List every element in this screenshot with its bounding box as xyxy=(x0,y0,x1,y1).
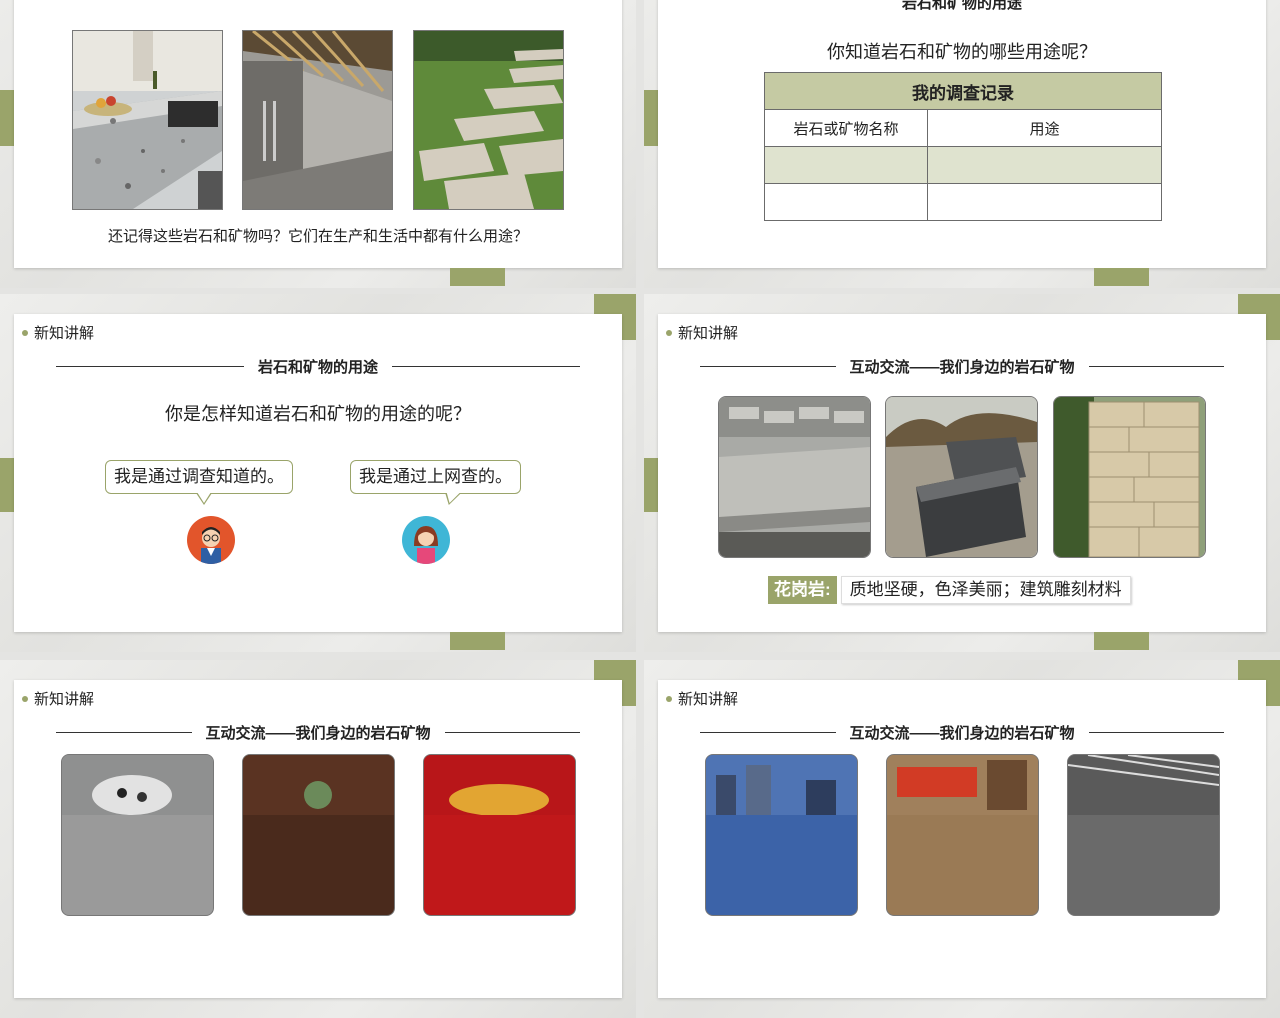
slide-title: 互动交流——我们身边的岩石矿物 xyxy=(849,725,1075,742)
bullet-icon xyxy=(666,695,672,702)
gold-jewelry-photo xyxy=(423,754,576,916)
bubble-tail xyxy=(440,493,462,505)
kitchen-countertop-photo xyxy=(72,30,223,210)
bubble-tail xyxy=(196,492,212,505)
granite-description: 质地坚硬，色泽美丽；建筑雕刻材料 xyxy=(840,576,1131,604)
slide-card: 新知讲解 岩石和矿物的用途 你是怎样知道岩石和矿物的用途的呢？ 我是通过调查知道… xyxy=(14,314,622,632)
accent-block xyxy=(644,458,658,512)
bullet-icon xyxy=(666,329,672,336)
granite-tag: 花岗岩: xyxy=(768,576,837,604)
shop-sign-photo xyxy=(886,754,1039,916)
accent-bar xyxy=(450,268,505,286)
section-text: 新知讲解 xyxy=(34,325,95,342)
granite-blocks-photo xyxy=(885,396,1038,558)
bubble-text: 我是通过调查知道的。 xyxy=(114,467,284,486)
slide2-question: 你知道岩石和矿物的哪些用途呢？ xyxy=(827,42,1097,62)
accent-bar xyxy=(1094,268,1149,286)
table-header-name: 岩石或矿物名称 xyxy=(764,109,928,147)
table-cell[interactable] xyxy=(927,146,1162,184)
slide3-question: 你是怎样知道岩石和矿物的用途的呢？ xyxy=(165,404,471,424)
section-label: 新知讲解 xyxy=(22,322,94,343)
title-line: 互动交流——我们身边的岩石矿物 xyxy=(56,722,581,743)
slide-title: 互动交流——我们身边的岩石矿物 xyxy=(205,725,431,742)
station-interior-photo xyxy=(1067,754,1220,916)
section-label: 新知讲解 xyxy=(666,688,738,709)
slide-card: 还记得这些岩石和矿物吗？它们在生产和生活中都有什么用途？ xyxy=(14,0,622,268)
slide-card: 新知讲解 互动交流——我们身边的岩石矿物 xyxy=(14,680,622,998)
jade-photo xyxy=(242,754,395,916)
slide-thumbnail-1[interactable]: 还记得这些岩石和矿物吗？它们在生产和生活中都有什么用途？ xyxy=(0,0,636,288)
section-text: 新知讲解 xyxy=(678,325,739,342)
speech-bubble-left: 我是通过调查知道的。 xyxy=(105,460,293,505)
girl-avatar-icon xyxy=(402,516,450,564)
granite-slabs-photo xyxy=(718,396,871,558)
section-text: 新知讲解 xyxy=(678,691,739,708)
gemstone-ring-photo xyxy=(61,754,214,916)
accent-block xyxy=(644,90,658,146)
stepping-stones-photo xyxy=(413,30,564,210)
survey-record-table: 我的调查记录 岩石或矿物名称 用途 xyxy=(764,72,1162,221)
slide-thumbnail-2[interactable]: 岩石和矿物的用途 你知道岩石和矿物的哪些用途呢？ 我的调查记录 岩石或矿物名称 … xyxy=(644,0,1280,288)
boy-avatar-icon xyxy=(187,516,235,564)
table-title: 我的调查记录 xyxy=(764,72,1162,110)
slide-card: 岩石和矿物的用途 你知道岩石和矿物的哪些用途呢？ 我的调查记录 岩石或矿物名称 … xyxy=(658,0,1266,268)
granite-label-row: 花岗岩: 质地坚硬，色泽美丽；建筑雕刻材料 xyxy=(768,576,1131,604)
slide-thumbnail-3[interactable]: 新知讲解 岩石和矿物的用途 你是怎样知道岩石和矿物的用途的呢？ 我是通过调查知道… xyxy=(0,294,636,652)
table-cell[interactable] xyxy=(927,183,1162,221)
granite-wall-photo xyxy=(1053,396,1206,558)
table-header-usage: 用途 xyxy=(927,109,1162,147)
table-cell[interactable] xyxy=(764,146,928,184)
bullet-icon xyxy=(22,329,28,336)
section-label: 新知讲解 xyxy=(22,688,94,709)
bubble-text: 我是通过上网查的。 xyxy=(359,467,512,486)
section-text: 新知讲解 xyxy=(34,691,95,708)
slide1-caption: 还记得这些岩石和矿物吗？它们在生产和生活中都有什么用途？ xyxy=(107,228,528,245)
slide2-header: 岩石和矿物的用途 xyxy=(901,0,1022,12)
city-buildings-photo xyxy=(705,754,858,916)
accent-bar xyxy=(1094,632,1149,650)
slide-thumbnail-5[interactable]: 新知讲解 互动交流——我们身边的岩石矿物 xyxy=(0,660,636,1018)
accent-block xyxy=(0,90,14,146)
slide-thumbnail-6[interactable]: 新知讲解 互动交流——我们身边的岩石矿物 xyxy=(644,660,1280,1018)
slide-thumbnail-4[interactable]: 新知讲解 互动交流——我们身边的岩石矿物 花岗岩: 质地坚硬，色泽美丽；建筑雕刻… xyxy=(644,294,1280,652)
table-cell[interactable] xyxy=(764,183,928,221)
section-label: 新知讲解 xyxy=(666,322,738,343)
slide-title: 互动交流——我们身边的岩石矿物 xyxy=(849,359,1075,376)
title-line: 岩石和矿物的用途 xyxy=(56,356,581,377)
accent-block xyxy=(0,458,14,512)
speech-bubble-right: 我是通过上网查的。 xyxy=(350,460,521,505)
bullet-icon xyxy=(22,695,28,702)
accent-bar xyxy=(450,632,505,650)
slide-title: 岩石和矿物的用途 xyxy=(258,359,379,376)
title-line: 互动交流——我们身边的岩石矿物 xyxy=(700,356,1225,377)
title-line: 互动交流——我们身边的岩石矿物 xyxy=(700,722,1225,743)
slide-card: 新知讲解 互动交流——我们身边的岩石矿物 xyxy=(658,314,1266,632)
slide-card: 新知讲解 互动交流——我们身边的岩石矿物 xyxy=(658,680,1266,998)
metal-interior-photo xyxy=(242,30,393,210)
